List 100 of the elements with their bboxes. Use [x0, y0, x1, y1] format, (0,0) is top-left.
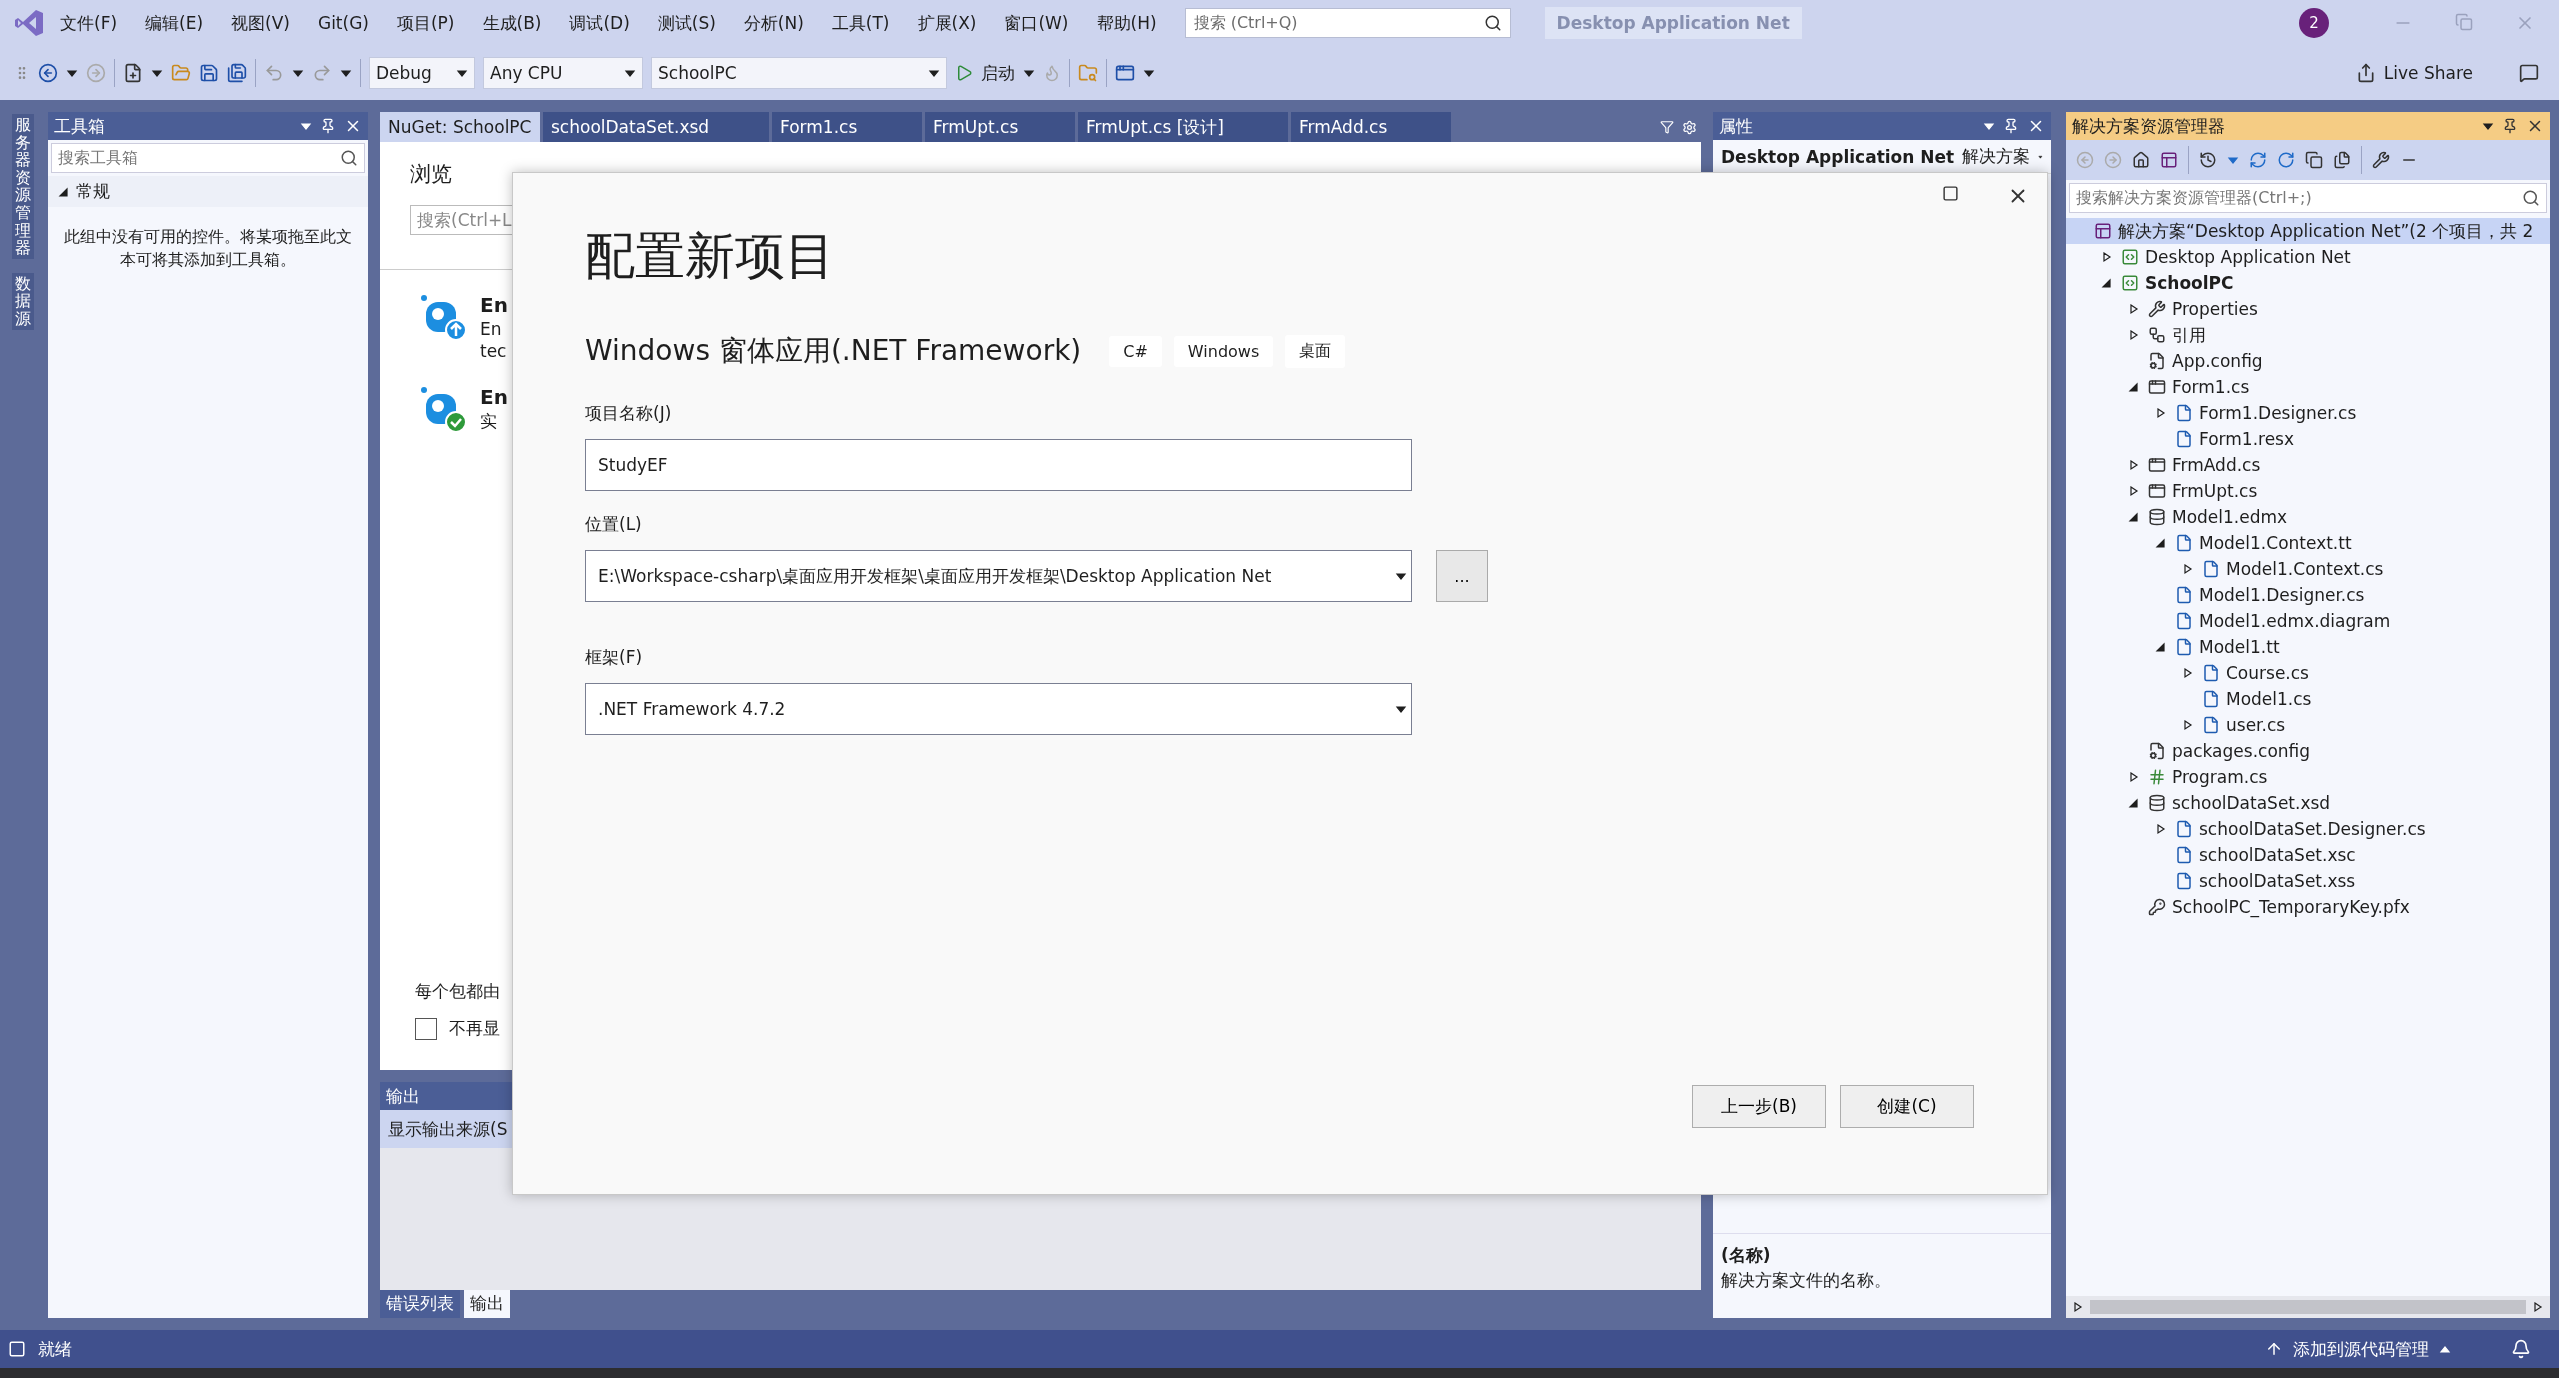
checkbox[interactable] [415, 1017, 437, 1040]
collapsed-caret-icon[interactable] [2128, 485, 2140, 497]
save-all-icon[interactable] [227, 63, 247, 83]
tree-item[interactable]: Model1.Context.cs [2066, 556, 2550, 582]
start-button[interactable]: 启动 [981, 61, 1015, 85]
files-icon[interactable] [2333, 151, 2351, 169]
collapsed-caret-icon[interactable] [2128, 303, 2140, 315]
expanded-caret-icon[interactable] [2128, 511, 2140, 523]
tree-item[interactable]: Form1.resx [2066, 426, 2550, 452]
tree-item[interactable]: SchoolPC [2066, 270, 2550, 296]
collapsed-caret-icon[interactable] [2128, 771, 2140, 783]
expanded-caret-icon[interactable] [2101, 277, 2113, 289]
back-icon[interactable] [38, 63, 58, 83]
tree-item[interactable]: Form1.cs [2066, 374, 2550, 400]
group-header[interactable]: 常规 [48, 176, 368, 207]
home-icon[interactable] [2132, 151, 2150, 169]
save-icon[interactable] [199, 63, 219, 83]
input-field[interactable]: StudyEF [585, 439, 1412, 491]
menu-item[interactable]: 文件(F) [48, 11, 130, 35]
source-control-button[interactable]: 添加到源代码管理 [2293, 1337, 2429, 1361]
menu-item[interactable]: 帮助(H) [1084, 11, 1169, 35]
tree-item[interactable]: user.cs [2066, 712, 2550, 738]
tree-item[interactable]: Model1.edmx [2066, 504, 2550, 530]
pin-icon[interactable] [2502, 118, 2518, 134]
tree-item[interactable]: Course.cs [2066, 660, 2550, 686]
tree-item[interactable]: Model1.Designer.cs [2066, 582, 2550, 608]
tree-item[interactable]: 解决方案“Desktop Application Net”(2 个项目，共 2 [2066, 218, 2550, 244]
expanded-caret-icon[interactable] [2155, 641, 2167, 653]
tree-item[interactable]: FrmAdd.cs [2066, 452, 2550, 478]
settings-icon[interactable] [1682, 119, 1697, 135]
side-tab[interactable]: 服务器资源管理器 [11, 114, 34, 259]
tree-item[interactable]: schoolDataSet.xsc [2066, 842, 2550, 868]
play-icon[interactable] [955, 64, 973, 82]
menu-item[interactable]: 工具(T) [819, 11, 902, 35]
package-tab[interactable]: 浏览 [410, 160, 452, 191]
panel-tab[interactable]: 错误列表 [380, 1290, 460, 1318]
notification-icon[interactable] [2511, 1339, 2531, 1359]
tab-list-icon[interactable] [1660, 120, 1674, 134]
tree-item[interactable]: 引用 [2066, 322, 2550, 348]
menu-item[interactable]: 扩展(X) [905, 11, 989, 35]
menu-item[interactable]: 项目(P) [384, 11, 467, 35]
menu-item[interactable]: 窗口(W) [992, 11, 1081, 35]
expanded-caret-icon[interactable] [2128, 797, 2140, 809]
dialog-button[interactable]: 创建(C) [1840, 1085, 1974, 1128]
search-field[interactable]: 搜索解决方案资源管理器(Ctrl+;) [2069, 183, 2547, 213]
maximize-icon[interactable] [1942, 185, 1959, 202]
expanded-caret-icon[interactable] [2155, 537, 2167, 549]
tree-item[interactable]: schoolDataSet.xsd [2066, 790, 2550, 816]
collapsed-caret-icon[interactable] [2155, 407, 2167, 419]
browse-button[interactable]: ... [1436, 550, 1488, 602]
tree-item[interactable]: Program.cs [2066, 764, 2550, 790]
tree-item[interactable]: packages.config [2066, 738, 2550, 764]
collapsed-caret-icon[interactable] [2155, 823, 2167, 835]
search-field[interactable]: 搜索 (Ctrl+Q) [1184, 8, 1511, 38]
platform-dropdown[interactable]: Any CPU [483, 57, 643, 89]
tree-item[interactable]: Form1.Designer.cs [2066, 400, 2550, 426]
document-tab[interactable]: schoolDataSet.xsd [543, 112, 769, 142]
document-tab[interactable]: NuGet: SchoolPC [380, 112, 540, 142]
startup-project-dropdown[interactable]: SchoolPC [651, 57, 947, 89]
collapsed-caret-icon[interactable] [2182, 563, 2194, 575]
sync-icon[interactable] [2249, 151, 2267, 169]
tree-item[interactable]: Model1.tt [2066, 634, 2550, 660]
collapsed-caret-icon[interactable] [2182, 719, 2194, 731]
dialog-button[interactable]: 上一步(B) [1692, 1085, 1826, 1128]
pin-icon[interactable] [2003, 118, 2019, 134]
collapsed-caret-icon[interactable] [2182, 667, 2194, 679]
tree-item[interactable]: Desktop Application Net [2066, 244, 2550, 270]
feedback-icon[interactable] [2519, 63, 2539, 83]
tree-item[interactable]: FrmUpt.cs [2066, 478, 2550, 504]
menu-item[interactable]: 分析(N) [731, 11, 816, 35]
collapse-icon[interactable] [2305, 151, 2323, 169]
new-file-icon[interactable] [123, 63, 143, 83]
search-field[interactable]: 搜索工具箱 [51, 143, 365, 173]
tree-item[interactable]: Model1.Context.tt [2066, 530, 2550, 556]
menu-item[interactable]: 生成(B) [470, 11, 554, 35]
document-tab[interactable]: FrmAdd.cs [1291, 112, 1451, 142]
tree-item[interactable]: Properties [2066, 296, 2550, 322]
dropdown-field[interactable]: E:\Workspace-csharp\桌面应用开发框架\桌面应用开发框架\Desktop Application Net [585, 550, 1412, 602]
document-tab[interactable]: FrmUpt.cs [925, 112, 1075, 142]
solution-icon[interactable] [2160, 151, 2178, 169]
menu-item[interactable]: 测试(S) [645, 11, 728, 35]
pin-icon[interactable] [320, 118, 336, 134]
menu-item[interactable]: 调试(D) [557, 11, 642, 35]
side-tab[interactable]: 数据源 [11, 272, 34, 330]
tree-item[interactable]: SchoolPC_TemporaryKey.pfx [2066, 894, 2550, 920]
collapsed-caret-icon[interactable] [2128, 329, 2140, 341]
tree-item[interactable]: App.config [2066, 348, 2550, 374]
tree-item[interactable]: schoolDataSet.Designer.cs [2066, 816, 2550, 842]
collapsed-caret-icon[interactable] [2101, 251, 2113, 263]
panel-tab[interactable]: 输出 [464, 1290, 510, 1318]
menu-item[interactable]: Git(G) [305, 13, 381, 33]
document-tab[interactable]: FrmUpt.cs [设计] [1078, 112, 1288, 142]
dropdown-field[interactable]: .NET Framework 4.7.2 [585, 683, 1412, 735]
menu-item[interactable]: 编辑(E) [133, 11, 216, 35]
tree-item[interactable]: Model1.edmx.diagram [2066, 608, 2550, 634]
history-icon[interactable] [2199, 151, 2217, 169]
menu-item[interactable]: 视图(V) [219, 11, 302, 35]
tree-item[interactable]: Model1.cs [2066, 686, 2550, 712]
expanded-caret-icon[interactable] [2128, 381, 2140, 393]
tree-item[interactable]: schoolDataSet.xss [2066, 868, 2550, 894]
